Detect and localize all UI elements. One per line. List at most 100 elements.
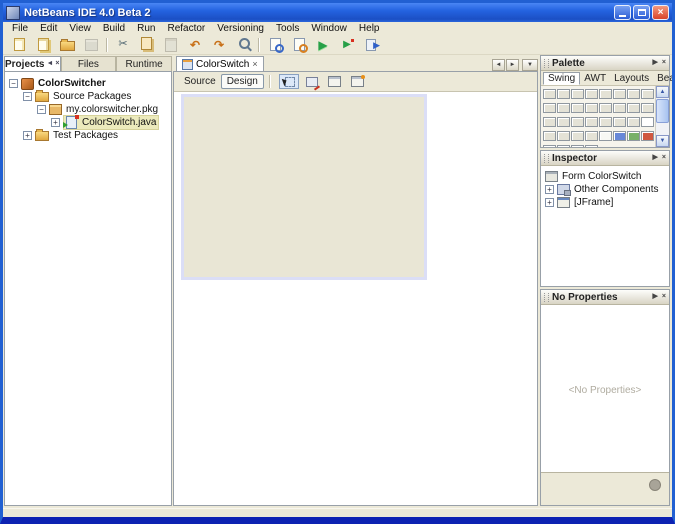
palette-item-jcombobox[interactable] bbox=[626, 87, 640, 101]
panel-menu-icon[interactable]: ▶ bbox=[653, 59, 658, 67]
palette-item-jfilechooser[interactable] bbox=[556, 143, 570, 147]
palette-item-buttongroup[interactable] bbox=[612, 87, 626, 101]
expand-icon[interactable]: + bbox=[545, 198, 554, 207]
menu-file[interactable]: File bbox=[6, 23, 34, 34]
tab-files[interactable]: Files bbox=[61, 56, 117, 71]
menu-tools[interactable]: Tools bbox=[270, 23, 305, 34]
palette-item-jtextfield[interactable] bbox=[542, 101, 556, 115]
inspector-item-other-components[interactable]: + Other Components bbox=[541, 183, 669, 196]
palette-tab-swing[interactable]: Swing bbox=[543, 72, 580, 85]
palette-item-jdesktoppane[interactable] bbox=[626, 129, 640, 143]
palette-tab-beans[interactable]: Beans bbox=[653, 72, 675, 85]
maximize-button[interactable] bbox=[633, 5, 650, 20]
palette-item-jseparator[interactable] bbox=[626, 115, 640, 129]
selection-mode-button[interactable] bbox=[279, 74, 299, 89]
panel-close-icon[interactable]: × bbox=[662, 293, 666, 301]
palette-item-jradiobutton[interactable] bbox=[598, 87, 612, 101]
palette-item-jtree[interactable] bbox=[556, 129, 570, 143]
scrollbar-thumb[interactable] bbox=[656, 99, 669, 123]
palette-item-jeditorpane[interactable] bbox=[542, 129, 556, 143]
run-file-button[interactable]: ▶ bbox=[336, 36, 358, 53]
palette-item-jlabel[interactable] bbox=[542, 87, 556, 101]
palette-item-jdialog[interactable] bbox=[570, 143, 584, 147]
palette-item-jpanel[interactable] bbox=[570, 101, 584, 115]
scroll-tabs-right-button[interactable]: ► bbox=[506, 59, 519, 71]
palette-item-jpopupmenu[interactable] bbox=[640, 101, 654, 115]
menu-refactor[interactable]: Refactor bbox=[161, 23, 211, 34]
palette-item-jmenubar[interactable] bbox=[626, 101, 640, 115]
debug-main-project-button[interactable] bbox=[360, 36, 382, 53]
menu-edit[interactable]: Edit bbox=[34, 23, 63, 34]
undo-button[interactable]: ↶ bbox=[184, 36, 206, 53]
inspector-item-jframe[interactable]: + [JFrame] bbox=[541, 196, 669, 209]
minimize-button[interactable] bbox=[614, 5, 631, 20]
scroll-down-icon[interactable]: ▼ bbox=[656, 135, 669, 147]
panel-menu-icon[interactable]: ▶ bbox=[653, 293, 658, 301]
expand-icon[interactable]: + bbox=[545, 185, 554, 194]
tab-runtime[interactable]: Runtime bbox=[116, 56, 172, 71]
palette-item-joptionpane[interactable] bbox=[640, 129, 654, 143]
source-view-button[interactable]: Source bbox=[179, 75, 221, 88]
inspector-title-bar[interactable]: Inspector ▶ × bbox=[541, 151, 669, 166]
panel-close-icon[interactable]: × bbox=[662, 154, 666, 162]
palette-title-bar[interactable]: Palette ▶ × bbox=[541, 56, 669, 71]
menu-window[interactable]: Window bbox=[305, 23, 353, 34]
palette-item-jspinner[interactable] bbox=[612, 115, 626, 129]
menu-build[interactable]: Build bbox=[97, 23, 131, 34]
help-icon[interactable] bbox=[649, 479, 661, 491]
tab-list-button[interactable]: ▼ bbox=[522, 59, 538, 71]
palette-item-jtogglebutton[interactable] bbox=[570, 87, 584, 101]
palette-item-jframe[interactable] bbox=[584, 143, 598, 147]
expand-icon[interactable]: + bbox=[51, 118, 60, 127]
scroll-tabs-left-button[interactable]: ◄ bbox=[492, 59, 505, 71]
palette-item-jtoolbar[interactable] bbox=[584, 129, 598, 143]
new-file-button[interactable] bbox=[8, 36, 30, 53]
expand-icon[interactable]: + bbox=[23, 131, 32, 140]
tab-projects[interactable]: Projects ◄ × bbox=[4, 56, 61, 71]
close-button[interactable]: × bbox=[652, 5, 669, 20]
inspector-item-form[interactable]: Form ColorSwitch bbox=[541, 170, 669, 183]
palette-tab-awt[interactable]: AWT bbox=[580, 72, 610, 85]
palette-item-jtextarea[interactable] bbox=[556, 101, 570, 115]
close-tab-icon[interactable]: × bbox=[252, 60, 257, 69]
collapse-icon[interactable]: − bbox=[9, 79, 18, 88]
connection-mode-button[interactable] bbox=[302, 74, 322, 89]
palette-item-jslider[interactable] bbox=[542, 115, 556, 129]
new-project-button[interactable] bbox=[32, 36, 54, 53]
tree-item-colorswitcher[interactable]: − ColorSwitcher bbox=[5, 77, 171, 90]
tree-item-colorswitch-java[interactable]: + ColorSwitch.java bbox=[5, 116, 171, 129]
palette-item-jcheckbox[interactable] bbox=[584, 87, 598, 101]
editor-tab-colorswitch[interactable]: ColorSwitch × bbox=[176, 56, 264, 71]
palette-item-jprogressbar[interactable] bbox=[556, 115, 570, 129]
panel-close-icon[interactable]: × bbox=[662, 59, 666, 67]
palette-item-jscrollpane[interactable] bbox=[612, 101, 626, 115]
palette-item-jformattedtextfield[interactable] bbox=[584, 115, 598, 129]
jframe-design-surface[interactable] bbox=[181, 94, 427, 280]
redo-button[interactable]: ↷ bbox=[208, 36, 230, 53]
collapse-icon[interactable]: − bbox=[23, 92, 32, 101]
preview-form-button[interactable] bbox=[348, 74, 368, 89]
palette-item-jscrollbar[interactable] bbox=[598, 101, 612, 115]
palette-item-jbutton[interactable] bbox=[556, 87, 570, 101]
palette-item-jcolorchooser[interactable] bbox=[542, 143, 556, 147]
collapse-icon[interactable]: − bbox=[37, 105, 46, 114]
palette-item-jtable[interactable] bbox=[570, 129, 584, 143]
selected-tree-item[interactable]: ColorSwitch.java bbox=[63, 115, 159, 130]
palette-item-jlist[interactable] bbox=[640, 87, 654, 101]
palette-item-jpasswordfield[interactable] bbox=[598, 115, 612, 129]
scroll-up-icon[interactable]: ▲ bbox=[656, 86, 669, 98]
save-all-button[interactable] bbox=[80, 36, 102, 53]
cut-button[interactable]: ✂ bbox=[112, 36, 134, 53]
palette-item-jinternalframe[interactable] bbox=[598, 129, 612, 143]
open-project-button[interactable] bbox=[56, 36, 78, 53]
menu-versioning[interactable]: Versioning bbox=[211, 23, 270, 34]
design-view-button[interactable]: Design bbox=[221, 74, 264, 89]
title-bar[interactable]: NetBeans IDE 4.0 Beta 2 × bbox=[3, 3, 672, 22]
auto-hide-icon[interactable]: ◄ bbox=[46, 60, 53, 68]
tree-item-source-packages[interactable]: − Source Packages bbox=[5, 90, 171, 103]
palette-item-jtabbedpane[interactable] bbox=[584, 101, 598, 115]
palette-item-jsplitpane[interactable] bbox=[570, 115, 584, 129]
preview-design-button[interactable] bbox=[325, 74, 345, 89]
build-main-project-button[interactable] bbox=[264, 36, 286, 53]
run-main-project-button[interactable]: ▶ bbox=[312, 36, 334, 53]
